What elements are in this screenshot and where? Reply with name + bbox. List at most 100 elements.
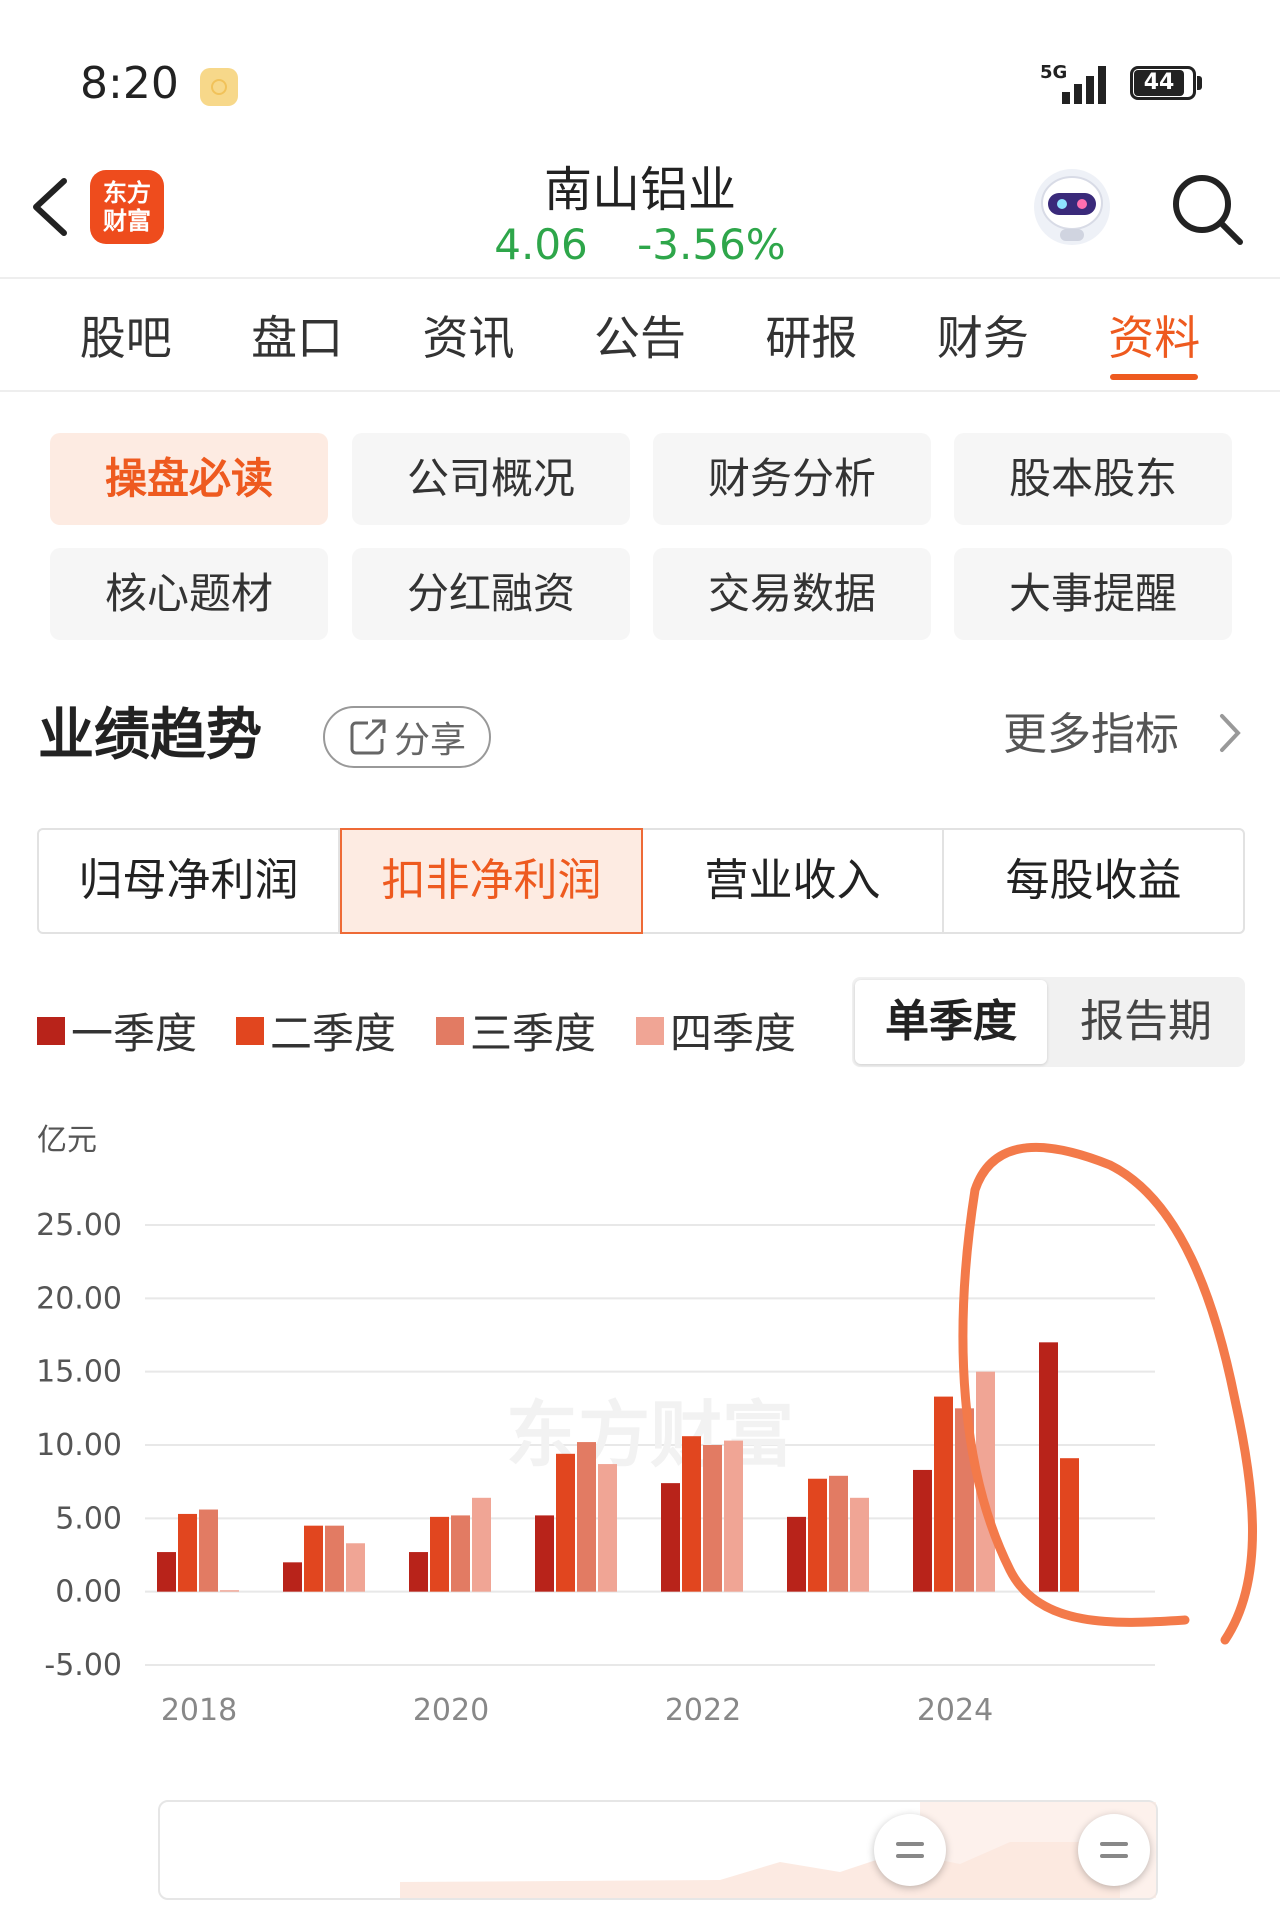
y-tick-label: 0.00 [55,1575,122,1610]
drag-handle-icon [896,1842,924,1858]
bar-2018-一季度[interactable] [157,1552,176,1592]
x-tick-label: 2022 [665,1693,741,1728]
bar-2018-三季度[interactable] [199,1509,218,1592]
bar-2022-三季度[interactable] [703,1445,722,1592]
bar-2019-一季度[interactable] [283,1562,302,1592]
legend-swatch-q1 [37,1016,65,1045]
x-tick-labels: 2018 2020 2022 2024 [161,1693,993,1728]
toggle-report-period[interactable]: 报告期 [1050,980,1242,1064]
bar-2018-二季度[interactable] [178,1513,197,1592]
tab-news[interactable]: 资讯 [413,302,525,382]
bar-2019-四季度[interactable] [346,1543,365,1592]
range-slider[interactable] [158,1800,1158,1900]
share-label: 分享 [393,720,466,761]
legend-swatch-q4 [636,1016,664,1045]
tab-announcements[interactable]: 公告 [584,302,696,382]
header-divider [0,277,1280,279]
tab-finance[interactable]: 财务 [927,302,1039,382]
ai-robot-icon[interactable] [1030,165,1114,249]
tab-pankou[interactable]: 盘口 [241,302,353,382]
x-tick-label: 2020 [413,1693,489,1728]
toggle-single-quarter[interactable]: 单季度 [855,980,1047,1064]
hand-drawn-annotation-circle [958,1143,1257,1645]
bar-2023-三季度[interactable] [829,1475,848,1592]
metric-tab-net-profit[interactable]: 归母净利润 [39,830,340,932]
bar-2020-三季度[interactable] [451,1515,470,1592]
notification-icon [200,68,238,106]
grid-btn-events[interactable]: 大事提醒 [954,548,1232,640]
bar-2023-一季度[interactable] [787,1516,806,1592]
tab-research[interactable]: 研报 [755,302,867,382]
metric-tab-eps[interactable]: 每股收益 [944,830,1243,932]
y-tick-label: 5.00 [55,1501,122,1536]
nav-tabs: 股吧 盘口 资讯 公告 研报 财务 资料 [0,302,1280,382]
stock-price: 4.06 [494,220,588,269]
grid-btn-shareholders[interactable]: 股本股东 [954,433,1232,525]
watermark-label: 东方财富 [506,1393,794,1477]
range-handle-left[interactable] [874,1814,946,1886]
bar-2021-四季度[interactable] [598,1464,617,1592]
bar-2020-二季度[interactable] [430,1516,449,1592]
nav-divider [0,390,1280,392]
bar-2021-三季度[interactable] [577,1442,596,1592]
metric-tab-deducted-net-profit[interactable]: 扣非净利润 [340,828,643,934]
bar-2019-三季度[interactable] [325,1525,344,1592]
legend-label-q4: 四季度 [670,1009,797,1058]
drag-handle-icon [1100,1842,1128,1858]
bar-2020-一季度[interactable] [409,1552,428,1592]
legend-swatch-q2 [236,1016,264,1045]
tab-guba[interactable]: 股吧 [70,302,182,382]
bar-2022-一季度[interactable] [661,1483,680,1592]
y-tick-label: 15.00 [36,1355,122,1390]
bar-2025-一季度[interactable] [1039,1342,1058,1592]
bar-2024-二季度[interactable] [934,1396,953,1592]
bar-2022-二季度[interactable] [682,1436,701,1592]
y-tick-label: 10.00 [36,1428,122,1463]
search-icon[interactable] [1168,170,1248,250]
bar-2020-四季度[interactable] [472,1497,491,1592]
grid-btn-core-themes[interactable]: 核心题材 [50,548,328,640]
share-button[interactable]: 分享 [323,706,491,768]
metric-tabs: 归母净利润 扣非净利润 营业收入 每股收益 [37,828,1245,934]
legend-swatch-q3 [436,1016,464,1045]
x-tick-label: 2018 [161,1693,237,1728]
network-label: 5G [1040,62,1067,83]
bar-2023-四季度[interactable] [850,1497,869,1592]
grid-btn-financial-analysis[interactable]: 财务分析 [653,433,931,525]
legend-label-q1: 一季度 [71,1009,198,1058]
more-indicators-link[interactable]: 更多指标 [1003,698,1179,762]
x-tick-label: 2024 [917,1693,993,1728]
y-tick-label: 25.00 [36,1208,122,1243]
grid-btn-trading-must-read[interactable]: 操盘必读 [50,433,328,525]
chevron-right-icon[interactable] [1218,712,1242,754]
stock-change: -3.56% [637,220,786,269]
bar-2021-二季度[interactable] [556,1453,575,1592]
y-tick-label: 20.00 [36,1281,122,1316]
bar-2025-二季度[interactable] [1060,1458,1079,1592]
grid-btn-company-overview[interactable]: 公司概况 [352,433,630,525]
legend-q3[interactable]: 三季度 [436,1000,596,1061]
bar-2021-一季度[interactable] [535,1515,554,1592]
grid-btn-dividends[interactable]: 分红融资 [352,548,630,640]
y-tick-label: -5.00 [44,1648,122,1683]
legend-q2[interactable]: 二季度 [236,1000,396,1061]
signal-icon: 5G [1040,62,1106,104]
grid-btn-trading-data[interactable]: 交易数据 [653,548,931,640]
y-tick-labels: 25.00 20.00 15.00 10.00 5.00 0.00 -5.00 [36,1208,122,1683]
bar-2018-四季度[interactable] [220,1590,239,1592]
metric-tab-revenue[interactable]: 营业收入 [643,830,944,932]
share-icon [350,719,386,755]
unit-label: 亿元 [37,1123,97,1158]
legend-q4[interactable]: 四季度 [636,1000,796,1061]
tab-profile[interactable]: 资料 [1098,302,1210,382]
earnings-chart: 亿元 25.00 20.00 15.00 10.00 5.00 0.00 -5.00 东方财… [36,1123,1257,1728]
legend-q1[interactable]: 一季度 [37,1000,197,1061]
legend-label-q2: 二季度 [270,1009,397,1058]
legend-label-q3: 三季度 [470,1009,597,1058]
range-handle-right[interactable] [1078,1814,1150,1886]
status-time: 8:20 [80,58,179,109]
bar-2024-一季度[interactable] [913,1469,932,1592]
bar-2019-二季度[interactable] [304,1525,323,1592]
bar-2022-四季度[interactable] [724,1440,743,1592]
bar-2023-二季度[interactable] [808,1478,827,1592]
